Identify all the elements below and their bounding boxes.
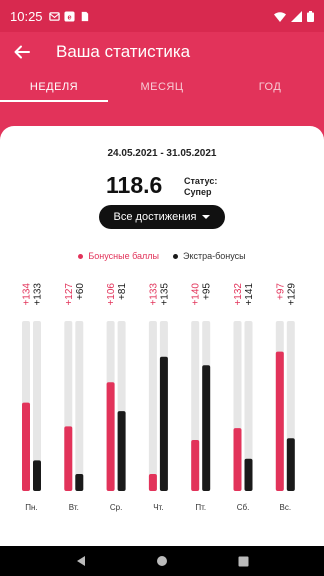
status-right [274,10,314,22]
weekly-bar-chart: +134 +133Пн.+127 +60Вт.+106 +81Ср.+133 +135Ч… [22,283,298,512]
bonus-bar-6 [275,351,284,491]
status-label: Статус: Супер [184,176,217,198]
day-label-5: Сб. [237,503,250,512]
extra-value-label-6: +129 [286,283,297,306]
day-label-2: Ср. [110,503,122,512]
extra-bar-4 [202,365,211,491]
status-caption: Статус: [184,176,218,186]
status-bar: 10:25 e [0,0,324,32]
bonus-bar-4 [191,440,200,491]
extra-bar-5 [244,458,253,491]
extra-value-label-5: +141 [244,283,255,306]
bonus-value-label-6: +97 [275,283,286,300]
home-nav-icon [156,556,167,566]
legend-extra: Экстра-бонусы [173,251,246,261]
message-icon [48,11,60,21]
nav-back-button[interactable] [71,551,91,571]
back-button[interactable] [0,32,44,72]
extra-track-1 [75,321,84,491]
caret-down-icon [202,215,211,219]
legend-bonus: Бонусные баллы [78,251,159,261]
legend-bonus-dot [78,253,84,259]
bonus-bar-3 [148,474,157,491]
extra-value-label-4: +95 [202,283,213,300]
extra-bar-6 [286,438,295,491]
tab-week[interactable]: НЕДЕЛЯ [0,72,108,102]
extra-bar-1 [75,474,84,491]
bonus-value-label-4: +140 [191,283,202,306]
extra-value-label-1: +60 [75,283,86,300]
bonus-value-label-5: +132 [233,283,244,306]
signal-icon [291,10,302,22]
day-label-0: Пн. [25,503,37,512]
wifi-icon [274,11,286,22]
page-title: Ваша статистика [56,42,191,61]
tab-month[interactable]: МЕСЯЦ [108,72,216,102]
sim-icon [81,11,88,21]
status-time: 10:25 [10,8,43,24]
bonus-value-label-3: +133 [148,283,159,306]
extra-value-label-3: +135 [159,283,170,306]
app-bar: Ваша статистика [0,32,324,72]
bonus-bar-5 [233,428,242,491]
nav-recents-button[interactable] [233,551,253,571]
extra-bar-0 [33,460,41,491]
bonus-value-label-1: +127 [64,283,75,306]
bonus-bar-0 [22,402,30,491]
day-label-6: Вс. [280,503,292,512]
app-icon: e [64,10,75,22]
legend-bonus-label: Бонусные баллы [88,251,159,261]
back-nav-icon [76,556,85,566]
extra-bar-2 [117,411,126,491]
tab-year[interactable]: ГОД [216,72,324,102]
date-range: 24.05.2021 - 31.05.2021 [107,148,217,159]
extra-value-label-2: +81 [117,283,128,300]
svg-text:e: e [67,12,71,21]
stats-card: 24.05.2021 - 31.05.2021 118.6 Статус: Су… [0,126,324,546]
achievements-dropdown[interactable]: Все достижения [99,205,225,229]
arrow-left-icon [14,45,30,59]
bonus-track-3 [148,321,157,491]
bonus-bar-2 [106,382,115,491]
extra-value-label-0: +133 [33,283,44,306]
legend-extra-label: Экстра-бонусы [183,251,246,261]
chart-legend: Бонусные баллы Экстра-бонусы [0,251,324,261]
nav-home-button[interactable] [152,551,172,571]
period-tabs: НЕДЕЛЯ МЕСЯЦ ГОД [0,72,324,102]
legend-extra-dot [173,253,178,259]
recents-nav-icon [238,556,249,566]
battery-icon [307,10,314,22]
score-value: 118.6 [106,172,163,198]
bonus-value-label-0: +134 [22,283,33,306]
extra-bar-3 [159,356,168,491]
day-label-3: Чт. [153,503,163,512]
day-label-4: Пт. [195,503,206,512]
system-nav-bar [0,546,324,576]
bonus-value-label-2: +106 [106,283,117,306]
achievements-label: Все достижения [113,211,197,223]
bonus-bar-1 [64,426,73,491]
status-value: Супер [184,187,212,197]
day-label-1: Вт. [69,503,79,512]
